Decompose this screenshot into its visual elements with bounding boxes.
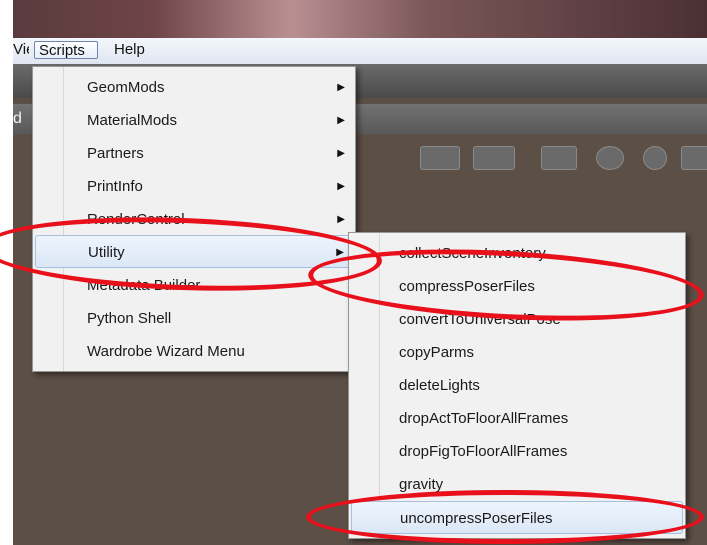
camera-select-icon[interactable] xyxy=(473,146,515,170)
menu-help[interactable]: Help xyxy=(110,41,160,59)
menu-item-copyparms[interactable]: copyParms xyxy=(351,336,683,369)
menu-item-python-shell[interactable]: Python Shell xyxy=(35,302,353,335)
menu-scripts[interactable]: Scripts xyxy=(34,41,98,59)
submenu-arrow-icon: ▶ xyxy=(336,247,344,258)
menu-item-rendercontrol[interactable]: RenderControl ▶ xyxy=(35,203,353,236)
target-icon[interactable] xyxy=(541,146,577,170)
menu-bar: View Scripts Help xyxy=(13,38,707,65)
submenu-arrow-icon: ▶ xyxy=(337,82,345,93)
utility-submenu: collectSceneInventory compressPoserFiles… xyxy=(348,232,686,539)
menu-item-geommods[interactable]: GeomMods ▶ xyxy=(35,71,353,104)
submenu-arrow-icon: ▶ xyxy=(337,115,345,126)
menu-item-gravity[interactable]: gravity xyxy=(351,468,683,501)
submenu-arrow-icon: ▶ xyxy=(337,214,345,225)
menu-item-converttouniversalpose[interactable]: convertToUniversalPose xyxy=(351,303,683,336)
menu-item-materialmods[interactable]: MaterialMods ▶ xyxy=(35,104,353,137)
menu-item-collectsceneinventory[interactable]: collectSceneInventory xyxy=(351,237,683,270)
submenu-arrow-icon: ▶ xyxy=(337,181,345,192)
menu-item-deletelights[interactable]: deleteLights xyxy=(351,369,683,402)
menu-item-wardrobe-wizard[interactable]: Wardrobe Wizard Menu xyxy=(35,335,353,368)
menu-item-partners[interactable]: Partners ▶ xyxy=(35,137,353,170)
move-icon[interactable] xyxy=(681,146,707,170)
scripts-menu: GeomMods ▶ MaterialMods ▶ Partners ▶ Pri… xyxy=(32,66,356,372)
camera-icon[interactable] xyxy=(420,146,460,170)
menu-item-dropfigtofloorallframes[interactable]: dropFigToFloorAllFrames xyxy=(351,435,683,468)
menu-item-uncompressposerfiles[interactable]: uncompressPoserFiles xyxy=(351,501,683,534)
menu-item-printinfo[interactable]: PrintInfo ▶ xyxy=(35,170,353,203)
panel-title: d xyxy=(13,110,22,127)
title-bar xyxy=(13,0,707,38)
menu-item-compressposerfiles[interactable]: compressPoserFiles xyxy=(351,270,683,303)
menu-view[interactable]: View xyxy=(13,41,29,59)
menu-item-dropacttofloorallframes[interactable]: dropActToFloorAllFrames xyxy=(351,402,683,435)
rotate-icon[interactable] xyxy=(596,146,624,170)
submenu-arrow-icon: ▶ xyxy=(337,148,345,159)
trackball-icon[interactable] xyxy=(643,146,667,170)
menu-item-utility[interactable]: Utility ▶ xyxy=(35,235,353,268)
menu-item-metadata-builder[interactable]: Metadata Builder xyxy=(35,269,353,302)
